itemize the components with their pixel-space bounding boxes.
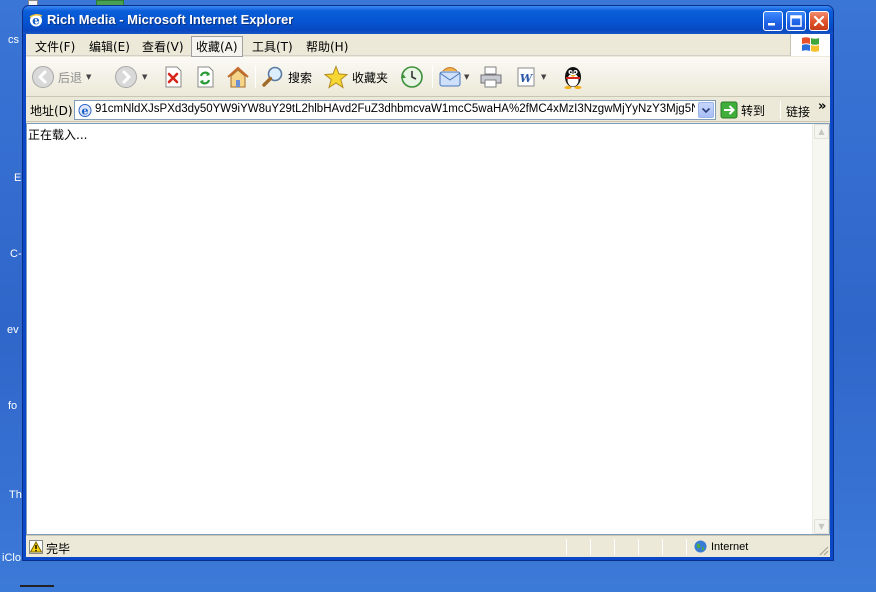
warning-icon bbox=[29, 540, 43, 554]
printer-icon bbox=[480, 66, 502, 88]
forward-button[interactable]: ▼ bbox=[114, 63, 147, 91]
mail-button[interactable]: ▼ bbox=[438, 63, 469, 91]
home-button[interactable] bbox=[226, 63, 250, 91]
address-label: 地址(D) bbox=[30, 104, 73, 118]
desktop-text-fragment: cs bbox=[8, 34, 19, 46]
resize-grip-icon[interactable] bbox=[817, 544, 829, 556]
links-more-chevron-icon[interactable]: » bbox=[818, 99, 826, 114]
close-button[interactable] bbox=[809, 11, 829, 31]
forward-dropdown-arrow-icon[interactable]: ▼ bbox=[142, 73, 147, 81]
back-dropdown-arrow-icon[interactable]: ▼ bbox=[86, 73, 91, 81]
desktop-text-fragment: Th bbox=[9, 489, 22, 501]
status-separator bbox=[590, 539, 591, 555]
windows-flag-icon bbox=[802, 37, 819, 52]
back-label: 后退 bbox=[58, 70, 83, 85]
security-zone[interactable]: Internet bbox=[694, 540, 748, 553]
favorites-label: 收藏夹 bbox=[352, 70, 389, 85]
qq-penguin-icon bbox=[564, 67, 582, 90]
status-separator bbox=[614, 539, 615, 555]
standard-toolbar: 后退 ▼ ▼ 搜索 收藏夹 ▼ W ▼ bbox=[26, 57, 830, 97]
status-text: 完毕 bbox=[46, 542, 71, 556]
minimize-icon bbox=[768, 23, 775, 26]
address-bar: 地址(D) e 91cmNldXJsPXd3dy50YW9iYW8uY29tL2… bbox=[26, 98, 830, 122]
links-button[interactable]: 链接 bbox=[786, 103, 810, 120]
desktop-text-fragment: fo bbox=[8, 400, 18, 412]
window-frame: 文件(F) 编辑(E) 查看(V) 收藏(A) 工具(T) 帮助(H) 后退 ▼… bbox=[26, 34, 830, 557]
search-button[interactable]: 搜索 bbox=[261, 63, 312, 91]
address-input[interactable]: e 91cmNldXJsPXd3dy50YW9iYW8uY29tL2hlbHAv… bbox=[74, 100, 716, 120]
address-dropdown-button[interactable] bbox=[698, 102, 714, 118]
svg-text:W: W bbox=[520, 72, 534, 85]
stop-icon bbox=[165, 66, 182, 88]
vertical-scrollbar[interactable]: ▲ ▼ bbox=[812, 124, 829, 534]
loading-text: 正在载入... bbox=[28, 128, 88, 142]
qq-button[interactable] bbox=[560, 63, 586, 91]
desktop-text-fragment: E bbox=[14, 172, 22, 184]
favorites-button[interactable]: 收藏夹 bbox=[323, 63, 388, 91]
page-ie-icon: e bbox=[78, 104, 92, 118]
desktop-icon-fragment bbox=[20, 585, 54, 591]
search-label: 搜索 bbox=[288, 70, 313, 85]
back-arrow-icon bbox=[32, 66, 54, 88]
refresh-icon bbox=[197, 66, 214, 88]
close-icon bbox=[813, 15, 825, 27]
status-separator bbox=[638, 539, 639, 555]
go-label: 转到 bbox=[741, 103, 766, 118]
refresh-button[interactable] bbox=[194, 63, 216, 91]
desktop-text-fragment: iClo bbox=[2, 552, 21, 564]
links-separator bbox=[780, 101, 781, 119]
status-separator bbox=[686, 539, 687, 555]
forward-arrow-icon bbox=[115, 66, 137, 88]
menu-view[interactable]: 查看(V) bbox=[138, 37, 188, 56]
chevron-down-icon bbox=[701, 107, 711, 114]
search-magnifier-icon bbox=[262, 66, 283, 87]
history-button[interactable] bbox=[400, 63, 424, 91]
status-separator bbox=[566, 539, 567, 555]
windows-flag-logo bbox=[790, 34, 830, 56]
stop-button[interactable] bbox=[162, 63, 184, 91]
ie-logo-icon: e bbox=[29, 14, 43, 28]
svg-text:e: e bbox=[82, 105, 89, 118]
home-icon bbox=[227, 66, 249, 88]
menu-bar: 文件(F) 编辑(E) 查看(V) 收藏(A) 工具(T) 帮助(H) bbox=[26, 34, 830, 57]
edit-dropdown-arrow-icon[interactable]: ▼ bbox=[541, 73, 546, 81]
go-button[interactable]: 转到 bbox=[720, 100, 765, 120]
mail-envelope-icon bbox=[439, 67, 461, 87]
history-clock-icon bbox=[401, 66, 423, 88]
menu-edit[interactable]: 编辑(E) bbox=[85, 37, 134, 56]
maximize-icon bbox=[790, 15, 802, 27]
status-separator bbox=[662, 539, 663, 555]
back-button[interactable]: 后退 ▼ bbox=[31, 63, 91, 91]
menu-file[interactable]: 文件(F) bbox=[31, 37, 79, 56]
zone-label: Internet bbox=[711, 540, 749, 553]
desktop-text-fragment: C- bbox=[10, 248, 22, 260]
mail-dropdown-arrow-icon[interactable]: ▼ bbox=[464, 73, 469, 81]
edit-word-button[interactable]: W ▼ bbox=[515, 63, 546, 91]
title-bar[interactable]: e Rich Media - Microsoft Internet Explor… bbox=[23, 6, 833, 34]
maximize-button[interactable] bbox=[786, 11, 806, 31]
page-content[interactable]: 正在载入... ▲ ▼ bbox=[26, 123, 830, 535]
minimize-button[interactable] bbox=[763, 11, 783, 31]
menu-help[interactable]: 帮助(H) bbox=[302, 37, 352, 56]
ie-window: e Rich Media - Microsoft Internet Explor… bbox=[22, 5, 834, 561]
scroll-down-button[interactable]: ▼ bbox=[814, 519, 829, 534]
menu-favorites[interactable]: 收藏(A) bbox=[191, 36, 243, 57]
address-url-text: 91cmNldXJsPXd3dy50YW9iYW8uY29tL2hlbHAvd2… bbox=[95, 103, 695, 115]
globe-icon bbox=[694, 540, 707, 553]
word-document-icon: W bbox=[517, 67, 535, 87]
desktop-text-fragment: ev bbox=[7, 324, 19, 336]
scroll-up-button[interactable]: ▲ bbox=[814, 124, 829, 139]
menu-tools[interactable]: 工具(T) bbox=[248, 37, 297, 56]
status-bar: 完毕 Internet bbox=[26, 535, 830, 557]
go-arrow-icon bbox=[720, 101, 738, 119]
print-button[interactable] bbox=[478, 63, 504, 91]
toolbar-separator bbox=[432, 66, 433, 88]
toolbar-separator bbox=[255, 66, 256, 88]
favorites-star-icon bbox=[323, 65, 349, 89]
window-title: Rich Media - Microsoft Internet Explorer bbox=[47, 12, 294, 27]
